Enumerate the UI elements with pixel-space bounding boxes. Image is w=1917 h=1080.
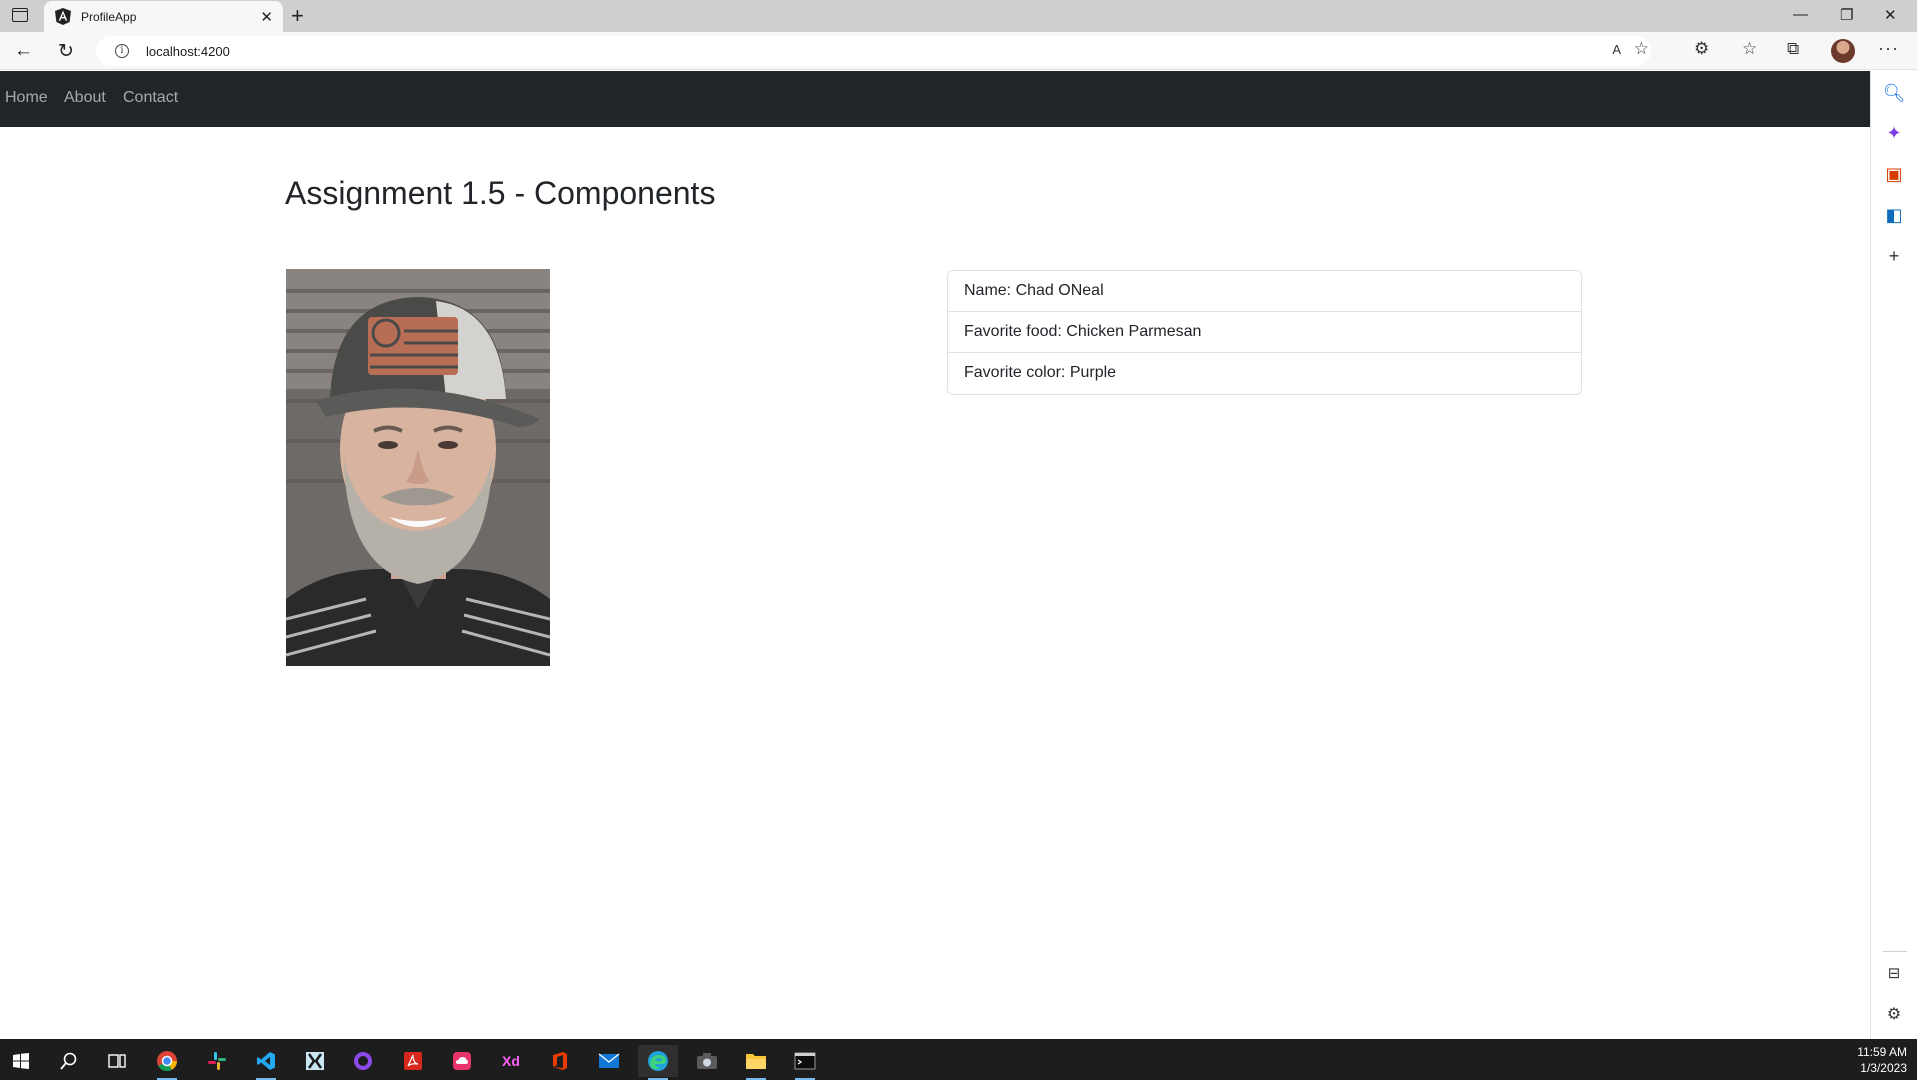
office-icon[interactable]: ▣ [1871, 164, 1917, 185]
start-icon[interactable] [1, 1045, 41, 1077]
close-tab-icon[interactable]: ✕ [260, 8, 273, 26]
browser-tab-strip: ProfileApp ✕ + — ❐ ✕ [0, 0, 1917, 32]
url-field[interactable]: i localhost:4200 A ☆ [96, 36, 1651, 66]
hide-sidebar-icon[interactable]: ⊟ [1871, 964, 1917, 982]
github-icon[interactable] [343, 1045, 383, 1077]
site-info-icon[interactable]: i [115, 44, 129, 58]
new-tab-icon[interactable]: + [291, 3, 304, 29]
camera-icon[interactable] [687, 1045, 727, 1077]
address-bar: ← ↻ i localhost:4200 A ☆ ⚙ ☆ ⧉ ··· [0, 32, 1917, 70]
office-icon[interactable] [540, 1045, 580, 1077]
close-window-icon[interactable]: ✕ [1884, 6, 1897, 24]
collections-icon[interactable]: ⧉ [1787, 39, 1799, 59]
task-view-icon[interactable] [97, 1045, 137, 1077]
edge-icon[interactable] [638, 1045, 678, 1080]
system-clock[interactable]: 11:59 AM 1/3/2023 [1857, 1044, 1907, 1076]
terminal-icon[interactable] [785, 1045, 825, 1080]
sidebar-settings-icon[interactable]: ⚙ [1871, 1004, 1917, 1024]
restore-icon[interactable]: ❐ [1840, 6, 1853, 24]
tab-title: ProfileApp [81, 10, 137, 24]
copilot-icon[interactable]: ✦ [1871, 123, 1917, 144]
file-explorer-icon[interactable] [736, 1045, 776, 1080]
profile-name-item: Name: Chad ONeal [948, 271, 1581, 312]
mail-icon[interactable] [589, 1045, 629, 1077]
angular-favicon-icon [55, 8, 71, 25]
profile-food-item: Favorite food: Chicken Parmesan [948, 312, 1581, 353]
more-options-icon[interactable]: ··· [1878, 38, 1899, 59]
web-page: Home About Contact Assignment 1.5 - Comp… [0, 71, 1870, 1039]
read-aloud-icon[interactable]: A [1612, 42, 1621, 57]
windows-taskbar: Xd 11:59 AM 1/3/2023 [0, 1039, 1917, 1080]
tab-actions-icon[interactable] [12, 8, 28, 22]
slack-icon[interactable] [197, 1045, 237, 1077]
extensions-icon[interactable]: ⚙ [1694, 39, 1709, 59]
nav-link-home[interactable]: Home [5, 89, 48, 107]
url-text[interactable]: localhost:4200 [146, 44, 230, 59]
profile-photo [286, 269, 550, 666]
search-icon[interactable] [49, 1045, 89, 1077]
acrobat-icon[interactable] [393, 1045, 433, 1077]
page-title: Assignment 1.5 - Components [285, 175, 716, 211]
add-favorite-icon[interactable]: ☆ [1634, 39, 1649, 59]
xamarin-icon[interactable] [295, 1045, 335, 1077]
clock-time: 11:59 AM [1857, 1045, 1907, 1059]
search-icon[interactable]: 🔍︎ [1871, 83, 1917, 104]
favorites-icon[interactable]: ☆ [1742, 39, 1757, 59]
vscode-icon[interactable] [246, 1045, 286, 1080]
nav-link-contact[interactable]: Contact [123, 89, 178, 107]
profile-details-list: Name: Chad ONeal Favorite food: Chicken … [947, 270, 1582, 395]
profile-avatar[interactable] [1831, 39, 1855, 63]
nav-link-about[interactable]: About [64, 89, 106, 107]
xd-icon[interactable]: Xd [491, 1045, 531, 1077]
sidebar-divider [1883, 951, 1907, 952]
minimize-icon[interactable]: — [1793, 6, 1808, 23]
profile-color-item: Favorite color: Purple [964, 364, 1117, 381]
refresh-icon[interactable]: ↻ [58, 40, 74, 63]
outlook-icon[interactable]: ◧ [1871, 205, 1917, 226]
clock-date: 1/3/2023 [1860, 1061, 1907, 1075]
edge-sidebar: 🔍︎ ✦ ▣ ◧ + ⊟ ⚙ [1870, 71, 1917, 1039]
chrome-icon[interactable] [147, 1045, 187, 1080]
browser-tab[interactable]: ProfileApp ✕ [44, 1, 283, 32]
back-icon[interactable]: ← [14, 40, 33, 62]
creative-cloud-icon[interactable] [442, 1045, 482, 1077]
add-icon[interactable]: + [1871, 246, 1917, 267]
top-navbar: Home About Contact [0, 71, 1870, 127]
